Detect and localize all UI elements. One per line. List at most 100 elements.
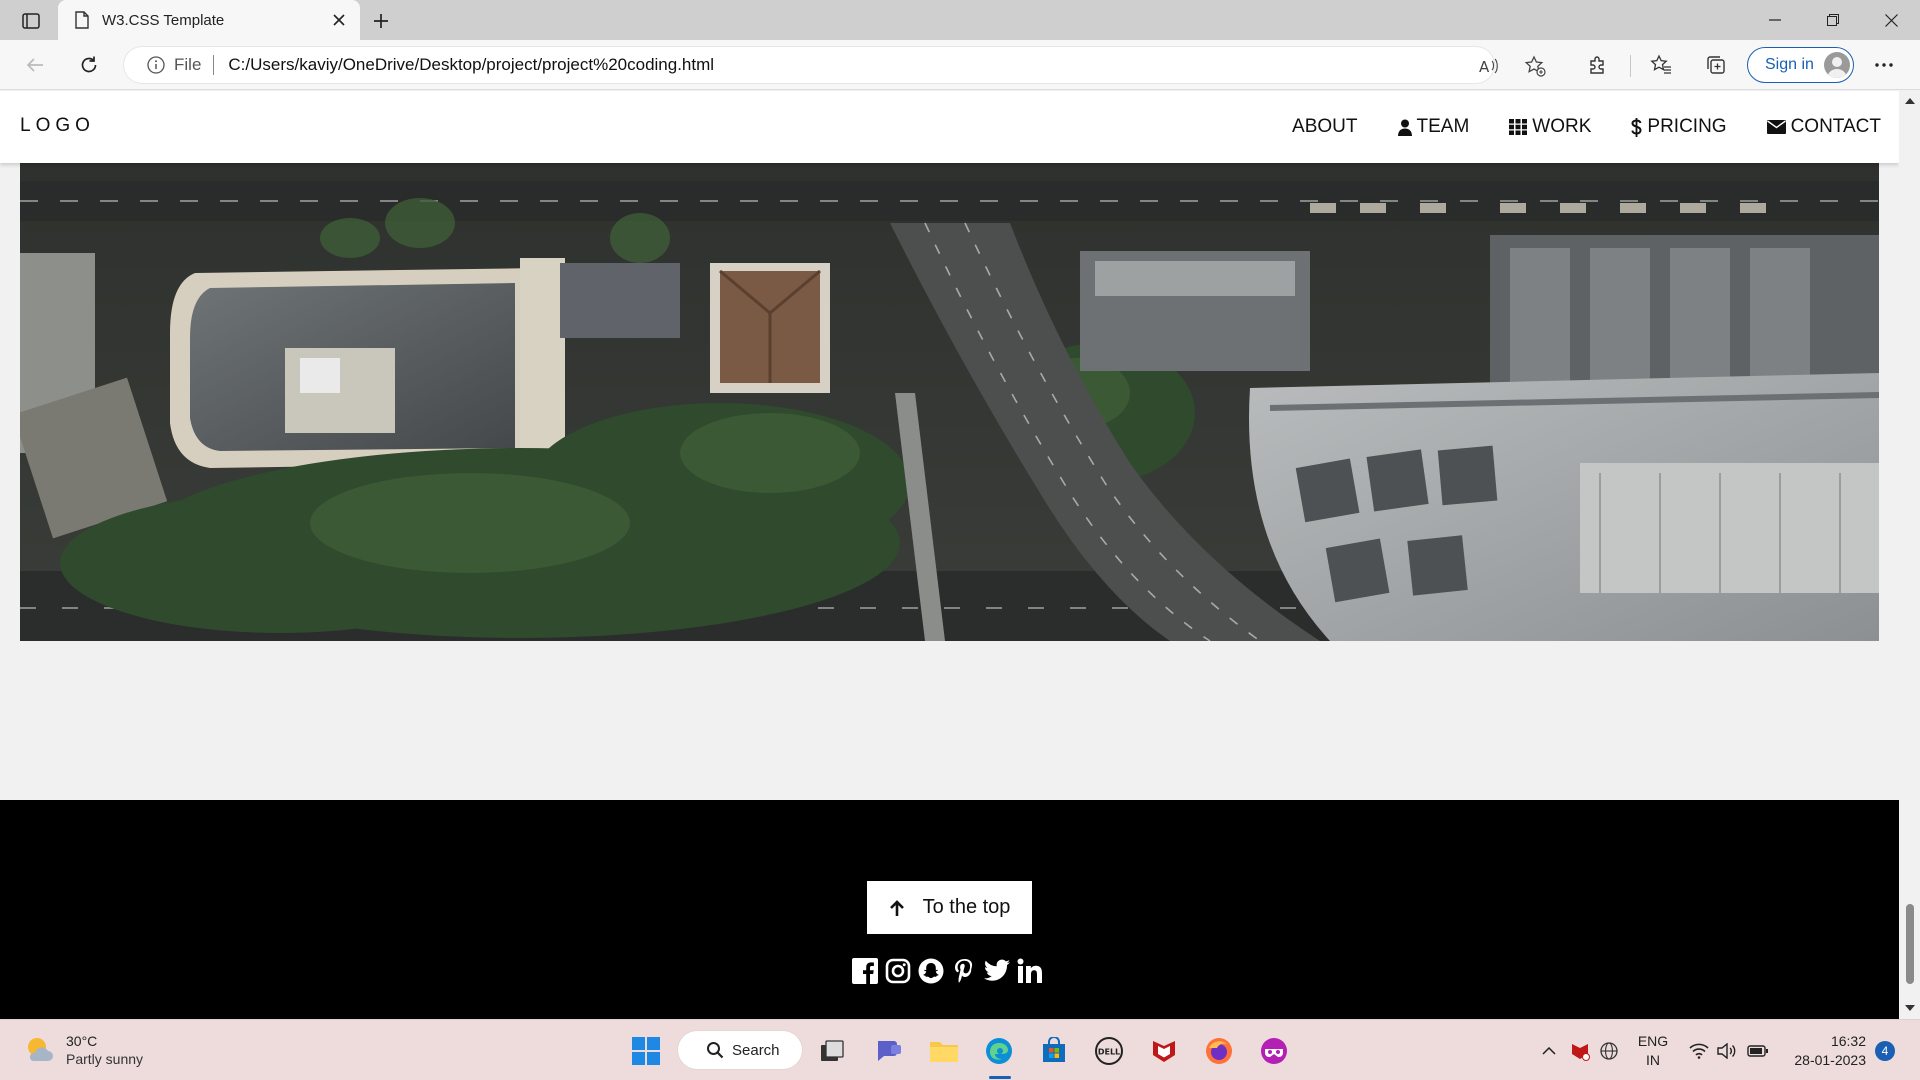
read-aloud-icon[interactable]: A [1478, 55, 1500, 77]
plus-icon [374, 14, 388, 28]
nav-link-pricing[interactable]: PRICING [1631, 116, 1727, 138]
close-window-button[interactable] [1863, 0, 1919, 40]
collections-button[interactable] [1699, 49, 1733, 81]
scroll-up-icon[interactable] [1903, 93, 1917, 107]
minimize-icon [1769, 19, 1781, 21]
scroll-down-icon[interactable] [1903, 1001, 1917, 1015]
show-hidden-icons-button[interactable] [1538, 1040, 1560, 1062]
close-tab-icon[interactable] [324, 5, 354, 35]
globe-icon [1600, 1042, 1618, 1060]
reload-icon [81, 56, 97, 73]
user-icon [1397, 119, 1412, 136]
close-icon [1884, 13, 1898, 27]
region-code: IN [1646, 1052, 1660, 1068]
windows-taskbar: 30°C Partly sunny Search DELL ENG IN 16:… [0, 1019, 1920, 1080]
wifi-tray-button[interactable] [1688, 1040, 1710, 1062]
linkedin-icon[interactable] [1016, 957, 1044, 985]
volume-tray-button[interactable] [1716, 1040, 1738, 1062]
facebook-icon[interactable] [851, 957, 879, 985]
wifi-icon [1689, 1043, 1709, 1059]
grid-icon [1509, 119, 1528, 135]
windows-logo-icon [632, 1037, 660, 1065]
clock-date: 28-01-2023 [1794, 1052, 1866, 1068]
battery-tray-button[interactable] [1747, 1040, 1769, 1062]
active-app-indicator [989, 1076, 1011, 1079]
to-the-top-button[interactable]: To the top [867, 881, 1032, 934]
file-explorer-button[interactable] [925, 1032, 963, 1070]
reload-button[interactable] [72, 49, 106, 81]
web-page: LOGO ABOUT TEAM WORK PRICING CONTACT To … [0, 91, 1899, 1019]
pinterest-icon[interactable] [950, 957, 978, 985]
browser-tab-bar: W3.CSS Template [0, 0, 1920, 40]
page-scrollbar[interactable] [1900, 91, 1920, 1019]
weather-temperature: 30°C [66, 1033, 98, 1049]
address-separator [213, 55, 215, 75]
aerial-city-photo [20, 163, 1879, 641]
collections-icon [1707, 56, 1725, 74]
clock-time: 16:32 [1830, 1033, 1866, 1049]
svg-text:A: A [1479, 58, 1490, 75]
folder-icon [930, 1042, 958, 1062]
back-button[interactable] [18, 49, 52, 81]
favorites-button[interactable] [1644, 49, 1678, 81]
network-tray-button[interactable] [1599, 1040, 1621, 1062]
dell-app-button[interactable]: DELL [1090, 1032, 1128, 1070]
firefox-button[interactable] [1200, 1032, 1238, 1070]
browser-tab-active[interactable]: W3.CSS Template [58, 0, 360, 40]
scrollbar-thumb[interactable] [1906, 904, 1914, 984]
restore-button[interactable] [1805, 0, 1861, 40]
search-icon [707, 1042, 724, 1059]
back-arrow-icon [26, 58, 43, 72]
instagram-icon[interactable] [884, 957, 912, 985]
settings-menu-button[interactable] [1867, 49, 1901, 81]
nav-link-label: CONTACT [1790, 116, 1881, 137]
edge-browser-button[interactable] [980, 1032, 1018, 1070]
tab-actions-button[interactable] [14, 8, 48, 34]
address-url[interactable]: C:/Users/kaviy/OneDrive/Desktop/project/… [228, 55, 714, 75]
more-icon [1875, 63, 1893, 67]
masked-browser-icon [1261, 1038, 1287, 1064]
nav-link-about[interactable]: ABOUT [1292, 116, 1357, 138]
extensions-button[interactable] [1581, 49, 1615, 81]
start-button[interactable] [627, 1032, 665, 1070]
address-scheme: File [174, 55, 202, 74]
task-view-icon [821, 1040, 844, 1061]
svg-text:DELL: DELL [1098, 1048, 1120, 1057]
weather-description: Partly sunny [66, 1051, 144, 1067]
clock[interactable]: 16:32 28-01-2023 [1784, 1032, 1866, 1070]
microsoft-store-button[interactable] [1035, 1032, 1073, 1070]
site-logo[interactable]: LOGO [20, 115, 95, 137]
task-view-button[interactable] [813, 1032, 851, 1070]
toolbar-separator [1630, 55, 1631, 77]
nav-link-team[interactable]: TEAM [1397, 116, 1470, 138]
nav-link-contact[interactable]: CONTACT [1766, 116, 1881, 138]
add-favorite-icon[interactable] [1524, 55, 1546, 77]
firefox-icon [1206, 1038, 1232, 1064]
mcafee-tray-button[interactable] [1569, 1040, 1591, 1062]
tor-browser-button[interactable] [1255, 1032, 1293, 1070]
snapchat-icon[interactable] [917, 957, 945, 985]
restore-icon [1827, 14, 1839, 26]
weather-widget[interactable]: 30°C Partly sunny [24, 1032, 143, 1068]
notification-badge[interactable]: 4 [1875, 1041, 1895, 1061]
minimize-button[interactable] [1747, 0, 1803, 40]
sign-in-button[interactable]: Sign in [1747, 47, 1854, 83]
mcafee-tray-icon [1572, 1044, 1590, 1061]
mcafee-button[interactable] [1145, 1032, 1183, 1070]
new-tab-button[interactable] [366, 6, 396, 36]
twitter-icon[interactable] [983, 957, 1011, 985]
nav-link-label: TEAM [1416, 116, 1470, 137]
address-bar[interactable]: File C:/Users/kaviy/OneDrive/Desktop/pro… [124, 47, 1546, 83]
nav-link-label: PRICING [1647, 116, 1727, 137]
tab-title: W3.CSS Template [102, 11, 225, 29]
mcafee-shield-icon [1153, 1041, 1175, 1062]
social-links [851, 957, 1044, 985]
language-indicator[interactable]: ENG IN [1636, 1032, 1670, 1070]
store-icon [1043, 1037, 1065, 1062]
site-navbar: LOGO ABOUT TEAM WORK PRICING CONTACT [0, 91, 1899, 163]
favorites-icon [1650, 54, 1671, 74]
info-icon[interactable] [146, 55, 166, 75]
taskbar-search[interactable]: Search [678, 1031, 802, 1069]
teams-chat-button[interactable] [870, 1032, 908, 1070]
nav-link-work[interactable]: WORK [1509, 116, 1591, 138]
